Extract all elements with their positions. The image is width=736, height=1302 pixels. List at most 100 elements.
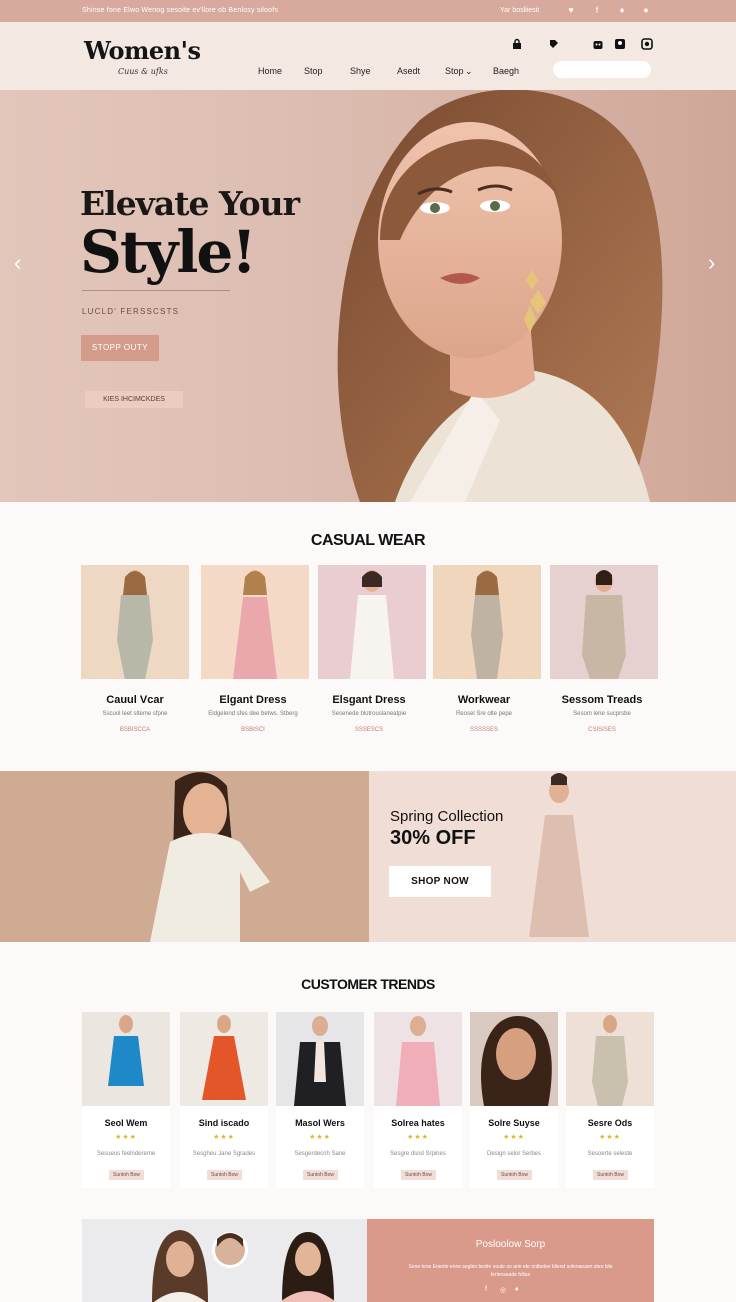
product-price: SSSSSES [469, 727, 498, 733]
product-price: SSSESCS [354, 727, 384, 733]
newsletter-text: Sene teoe Eoeote enne seglen bedre ooule… [408, 1264, 613, 1278]
trend-image[interactable] [374, 1012, 462, 1106]
promo-panel-right: Spring Collection 30% OFF SHOP NOW [369, 771, 736, 942]
product-price: BSBISCI [241, 727, 265, 733]
trend-image[interactable] [180, 1012, 268, 1106]
trend-card[interactable]: Sesre Ods ★★★ Sesoerte seleste Suntoh Bo… [566, 1012, 654, 1188]
instagram-icon[interactable]: ● [641, 5, 651, 15]
trend-name: Solrea hates [391, 1118, 445, 1128]
hero-subtitle: LUCLD' FERSSCSTS [82, 307, 180, 316]
trend-desc: Sesgheu Jane Sgrades [192, 1151, 256, 1157]
cart-icon[interactable] [641, 38, 653, 50]
star-rating: ★★★ [407, 1134, 429, 1141]
shop-now-button[interactable]: SHOP NOW [389, 866, 491, 897]
hero-title-line2: Style! [80, 218, 257, 286]
product-image[interactable] [81, 565, 189, 679]
trend-button[interactable]: Suntoh Bow [109, 1170, 144, 1180]
trend-image[interactable] [566, 1012, 654, 1106]
product-name[interactable]: Cauul Vcar [81, 694, 189, 706]
hero-secondary-button[interactable]: KIES IHCIMCKDES [85, 391, 183, 408]
hero-divider [82, 290, 230, 291]
top-announcement-bar: Shinse fone Elwo Wenog sesoite ev'llore … [0, 0, 736, 22]
trend-button[interactable]: Suntoh Bow [207, 1170, 242, 1180]
product-name[interactable]: Workwear [430, 694, 538, 706]
twitter-icon[interactable]: ♦ [617, 5, 627, 15]
star-rating: ★★★ [503, 1134, 525, 1141]
nav-home[interactable]: Home [258, 66, 282, 76]
product-name[interactable]: Elsgant Dress [315, 694, 423, 706]
product-desc: Reosel Sre olte pepe [455, 711, 513, 717]
heart-icon[interactable]: ♥ [566, 5, 576, 15]
trend-name: Masol Wers [295, 1118, 345, 1128]
product-price: BSBISCCA [119, 727, 151, 733]
trend-card[interactable]: Sind iscado ★★★ Sesgheu Jane Sgrades Sun… [180, 1012, 268, 1188]
trend-button[interactable]: Suntoh Bow [401, 1170, 436, 1180]
product-image[interactable] [201, 565, 309, 679]
trend-name: Seol Wem [104, 1118, 148, 1128]
trend-button[interactable]: Suntoh Bow [497, 1170, 532, 1180]
shopping-bag-icon[interactable] [592, 38, 604, 50]
testimonial-images [82, 1219, 367, 1302]
facebook-icon[interactable]: f [592, 5, 602, 15]
product-desc: Sesom lene sucprsbe [573, 711, 631, 717]
hero-model-image [337, 90, 663, 502]
hero-cta-button[interactable]: STOPP OUTY [81, 335, 159, 361]
trend-card[interactable]: Solrea hates ★★★ Sesgre dsnd Srpines Sun… [374, 1012, 462, 1188]
nav-baegh[interactable]: Baegh [493, 66, 519, 76]
trend-name: Sesre Ods [587, 1118, 633, 1128]
nav-asedt[interactable]: Asedt [397, 66, 420, 76]
product-desc: Eldgelend sfes dee betws. Stberg [208, 711, 298, 717]
chevron-left-icon[interactable]: ‹ [14, 250, 21, 276]
trend-desc: Sesgre dsnd Srpines [390, 1151, 446, 1157]
product-desc: Sscuol leet slteme sfpne [102, 711, 168, 717]
promo-title: Spring Collection [390, 808, 504, 825]
product-image[interactable] [318, 565, 426, 679]
tag-icon[interactable] [548, 38, 560, 50]
trend-card[interactable]: Solre Suyse ★★★ Design selor Serbes Sunt… [470, 1012, 558, 1188]
promo-model-image [529, 773, 589, 937]
nav-shop-dropdown[interactable]: Stop [445, 66, 464, 76]
trend-image[interactable] [470, 1012, 558, 1106]
product-desc: Sesenede blotrouslaneatpie [331, 711, 407, 717]
product-name[interactable]: Elgant Dress [199, 694, 307, 706]
trend-desc: Sesgerdecnh Sane [294, 1151, 346, 1157]
nav-shye[interactable]: Shye [350, 66, 371, 76]
nav-stop[interactable]: Stop [304, 66, 323, 76]
chevron-down-icon[interactable]: ⌄ [465, 66, 473, 77]
brand-logo[interactable]: Women's [84, 36, 201, 65]
section-title-trends: CUSTOMER TRENDS [301, 976, 435, 992]
trend-image[interactable] [82, 1012, 170, 1106]
trend-button[interactable]: Suntoh Bow [303, 1170, 338, 1180]
star-rating: ★★★ [599, 1134, 621, 1141]
trend-image[interactable] [276, 1012, 364, 1106]
brand-tagline: Cuus & ufks [118, 67, 168, 76]
product-image[interactable] [433, 565, 541, 679]
promo-image-left [0, 771, 369, 942]
trend-desc: Design selor Serbes [486, 1151, 542, 1157]
user-icon[interactable] [614, 38, 626, 50]
trend-card[interactable]: Masol Wers ★★★ Sesgerdecnh Sane Suntoh B… [276, 1012, 364, 1188]
newsletter-title: Posloolow Sorp [475, 1239, 546, 1250]
newsletter-panel: Posloolow Sorp Sene teoe Eoeote enne seg… [367, 1219, 654, 1302]
star-rating: ★★★ [213, 1134, 235, 1141]
section-title-casual: CASUAL WEAR [310, 532, 426, 549]
star-rating: ★★★ [115, 1134, 137, 1141]
announcement-text: Shinse fone Elwo Wenog sesoite ev'llore … [82, 7, 279, 14]
star-rating: ★★★ [309, 1134, 331, 1141]
account-link[interactable]: Yar bosliiesit [500, 7, 539, 14]
lock-icon[interactable] [511, 38, 523, 50]
chevron-right-icon[interactable]: › [708, 250, 715, 276]
trend-desc: Sesoerte seleste [587, 1151, 633, 1157]
search-input[interactable] [553, 61, 651, 78]
hero-banner: Elevate Your Style! LUCLD' FERSSCSTS STO… [0, 90, 736, 502]
twitter-icon[interactable]: ♦ [515, 1286, 519, 1293]
instagram-icon[interactable]: ◎ [500, 1286, 506, 1294]
product-name[interactable]: Sessom Treads [548, 694, 656, 706]
trend-card[interactable]: Seol Wem ★★★ Sesueus feelndereme Suntoh … [82, 1012, 170, 1188]
facebook-icon[interactable]: f [485, 1286, 487, 1293]
product-image[interactable] [550, 565, 658, 679]
promo-offer: 30% OFF [390, 827, 476, 849]
trend-button[interactable]: Suntoh Bow [593, 1170, 628, 1180]
product-price: CSISISES [588, 727, 616, 733]
trend-desc: Sesueus feelndereme [96, 1151, 156, 1157]
